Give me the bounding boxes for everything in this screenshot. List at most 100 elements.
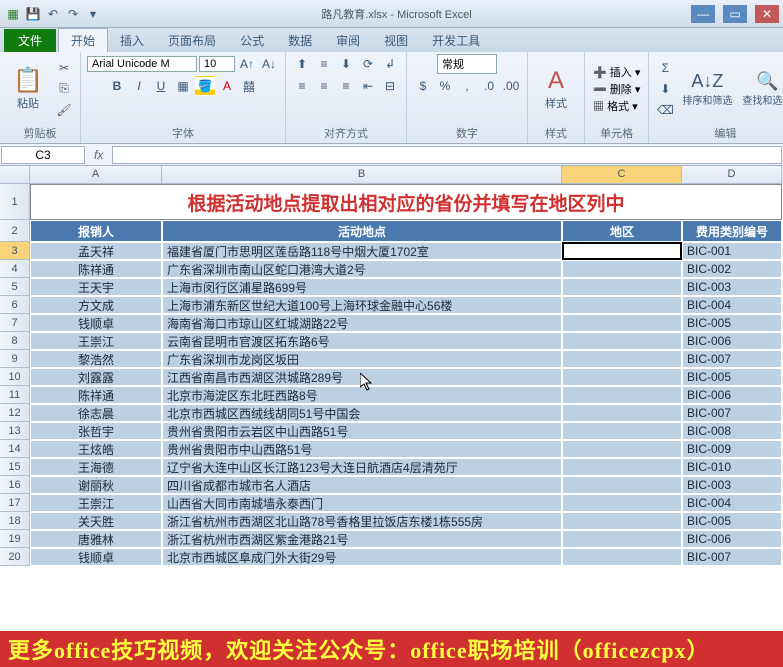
select-all-corner[interactable] <box>0 166 30 184</box>
cell-region[interactable] <box>562 260 682 278</box>
cell-code[interactable]: BIC-004 <box>682 296 782 314</box>
maximize-button[interactable]: ▭ <box>723 5 747 23</box>
tab-file[interactable]: 文件 <box>4 29 56 52</box>
row-header[interactable]: 12 <box>0 404 30 422</box>
cell-region[interactable] <box>562 422 682 440</box>
cell-code[interactable]: BIC-006 <box>682 386 782 404</box>
underline-button[interactable]: U <box>151 76 171 96</box>
row-header[interactable]: 18 <box>0 512 30 530</box>
cell-code[interactable]: BIC-007 <box>682 350 782 368</box>
cell-reporter[interactable]: 钱顺卓 <box>30 548 162 566</box>
row-header[interactable]: 6 <box>0 296 30 314</box>
orientation-icon[interactable]: ⟳ <box>358 54 378 74</box>
cut-icon[interactable]: ✂ <box>54 58 74 78</box>
paste-button[interactable]: 📋 粘贴 <box>6 58 50 120</box>
row-header[interactable]: 10 <box>0 368 30 386</box>
italic-button[interactable]: I <box>129 76 149 96</box>
cell-code[interactable]: BIC-006 <box>682 530 782 548</box>
cell-reporter[interactable]: 王炫皓 <box>30 440 162 458</box>
cell-location[interactable]: 上海市闵行区浦星路699号 <box>162 278 562 296</box>
col-header-D[interactable]: D <box>682 166 782 184</box>
font-size-select[interactable]: 10 <box>199 56 235 72</box>
cells-delete-button[interactable]: ➖ 删除 ▾ <box>591 81 642 97</box>
close-button[interactable]: ✕ <box>755 5 779 23</box>
cell-location[interactable]: 贵州省贵阳市中山西路51号 <box>162 440 562 458</box>
cell-region[interactable] <box>562 278 682 296</box>
cell-region[interactable] <box>562 458 682 476</box>
cell-reporter[interactable]: 张哲宇 <box>30 422 162 440</box>
sort-filter-button[interactable]: A↓Z 排序和筛选 <box>679 58 735 120</box>
font-color-button[interactable]: A <box>217 76 237 96</box>
cell-reporter[interactable]: 谢丽秋 <box>30 476 162 494</box>
cell-code[interactable]: BIC-004 <box>682 494 782 512</box>
col-header-C[interactable]: C <box>562 166 682 184</box>
indent-dec-icon[interactable]: ⇤ <box>358 76 378 96</box>
cell-region[interactable] <box>562 404 682 422</box>
row-header-2[interactable]: 2 <box>0 220 30 242</box>
cell-code[interactable]: BIC-007 <box>682 404 782 422</box>
wrap-text-icon[interactable]: ↲ <box>380 54 400 74</box>
row-header[interactable]: 15 <box>0 458 30 476</box>
cell-location[interactable]: 贵州省贵阳市云岩区中山西路51号 <box>162 422 562 440</box>
col-header-A[interactable]: A <box>30 166 162 184</box>
cell-location[interactable]: 北京市西城区西绒线胡同51号中国会 <box>162 404 562 422</box>
cell-reporter[interactable]: 王海德 <box>30 458 162 476</box>
cell-reporter[interactable]: 唐雅林 <box>30 530 162 548</box>
cell-location[interactable]: 浙江省杭州市西湖区北山路78号香格里拉饭店东楼1栋555房 <box>162 512 562 530</box>
row-header[interactable]: 13 <box>0 422 30 440</box>
cell-code[interactable]: BIC-003 <box>682 476 782 494</box>
hdr-location[interactable]: 活动地点 <box>162 220 562 242</box>
hdr-reporter[interactable]: 报销人 <box>30 220 162 242</box>
cell-region[interactable] <box>562 548 682 566</box>
row-header[interactable]: 5 <box>0 278 30 296</box>
align-center-icon[interactable]: ≡ <box>314 76 334 96</box>
row-header[interactable]: 14 <box>0 440 30 458</box>
cell-reporter[interactable]: 钱顺卓 <box>30 314 162 332</box>
cell-reporter[interactable]: 黎浩然 <box>30 350 162 368</box>
cell-code[interactable]: BIC-009 <box>682 440 782 458</box>
clear-icon[interactable]: ⌫ <box>655 100 675 120</box>
fill-color-button[interactable]: 🪣 <box>195 76 215 96</box>
qat-more-icon[interactable]: ▾ <box>84 5 102 23</box>
cell-region[interactable] <box>562 314 682 332</box>
cell-region[interactable] <box>562 440 682 458</box>
cell-code[interactable]: BIC-007 <box>682 548 782 566</box>
row-header[interactable]: 19 <box>0 530 30 548</box>
tab-home[interactable]: 开始 <box>58 28 108 52</box>
col-header-B[interactable]: B <box>162 166 562 184</box>
minimize-button[interactable]: — <box>691 5 715 23</box>
cell-region[interactable] <box>562 332 682 350</box>
tab-layout[interactable]: 页面布局 <box>156 29 228 52</box>
decrease-font-icon[interactable]: A↓ <box>259 54 279 74</box>
cell-location[interactable]: 北京市西城区阜成门外大街29号 <box>162 548 562 566</box>
cell-reporter[interactable]: 陈祥通 <box>30 260 162 278</box>
cell-location[interactable]: 广东省深圳市南山区蛇口港湾大道2号 <box>162 260 562 278</box>
cell-reporter[interactable]: 陈祥通 <box>30 386 162 404</box>
redo-icon[interactable]: ↷ <box>64 5 82 23</box>
cells-format-button[interactable]: ▦ 格式 ▾ <box>591 98 642 114</box>
find-select-button[interactable]: 🔍 查找和选择 <box>739 58 783 120</box>
percent-icon[interactable]: % <box>435 76 455 96</box>
cell-region[interactable] <box>562 296 682 314</box>
row-header[interactable]: 3 <box>0 242 30 260</box>
cell-code[interactable]: BIC-003 <box>682 278 782 296</box>
hdr-code[interactable]: 费用类别编号 <box>682 220 782 242</box>
row-header[interactable]: 8 <box>0 332 30 350</box>
tab-view[interactable]: 视图 <box>372 29 420 52</box>
row-header[interactable]: 7 <box>0 314 30 332</box>
copy-icon[interactable]: ⎘ <box>54 79 74 99</box>
font-name-select[interactable]: Arial Unicode M <box>87 56 197 72</box>
align-left-icon[interactable]: ≡ <box>292 76 312 96</box>
comma-icon[interactable]: , <box>457 76 477 96</box>
hdr-region[interactable]: 地区 <box>562 220 682 242</box>
cell-location[interactable]: 海南省海口市琼山区红城湖路22号 <box>162 314 562 332</box>
cell-location[interactable]: 广东省深圳市龙岗区坂田 <box>162 350 562 368</box>
cell-reporter[interactable]: 王天宇 <box>30 278 162 296</box>
cell-location[interactable]: 四川省成都市城市名人酒店 <box>162 476 562 494</box>
cell-code[interactable]: BIC-008 <box>682 422 782 440</box>
formula-input[interactable] <box>112 146 782 164</box>
dec-dec-icon[interactable]: .00 <box>501 76 521 96</box>
number-format-select[interactable]: 常规 <box>437 54 497 74</box>
increase-font-icon[interactable]: A↑ <box>237 54 257 74</box>
row-header-1[interactable]: 1 <box>0 184 30 220</box>
